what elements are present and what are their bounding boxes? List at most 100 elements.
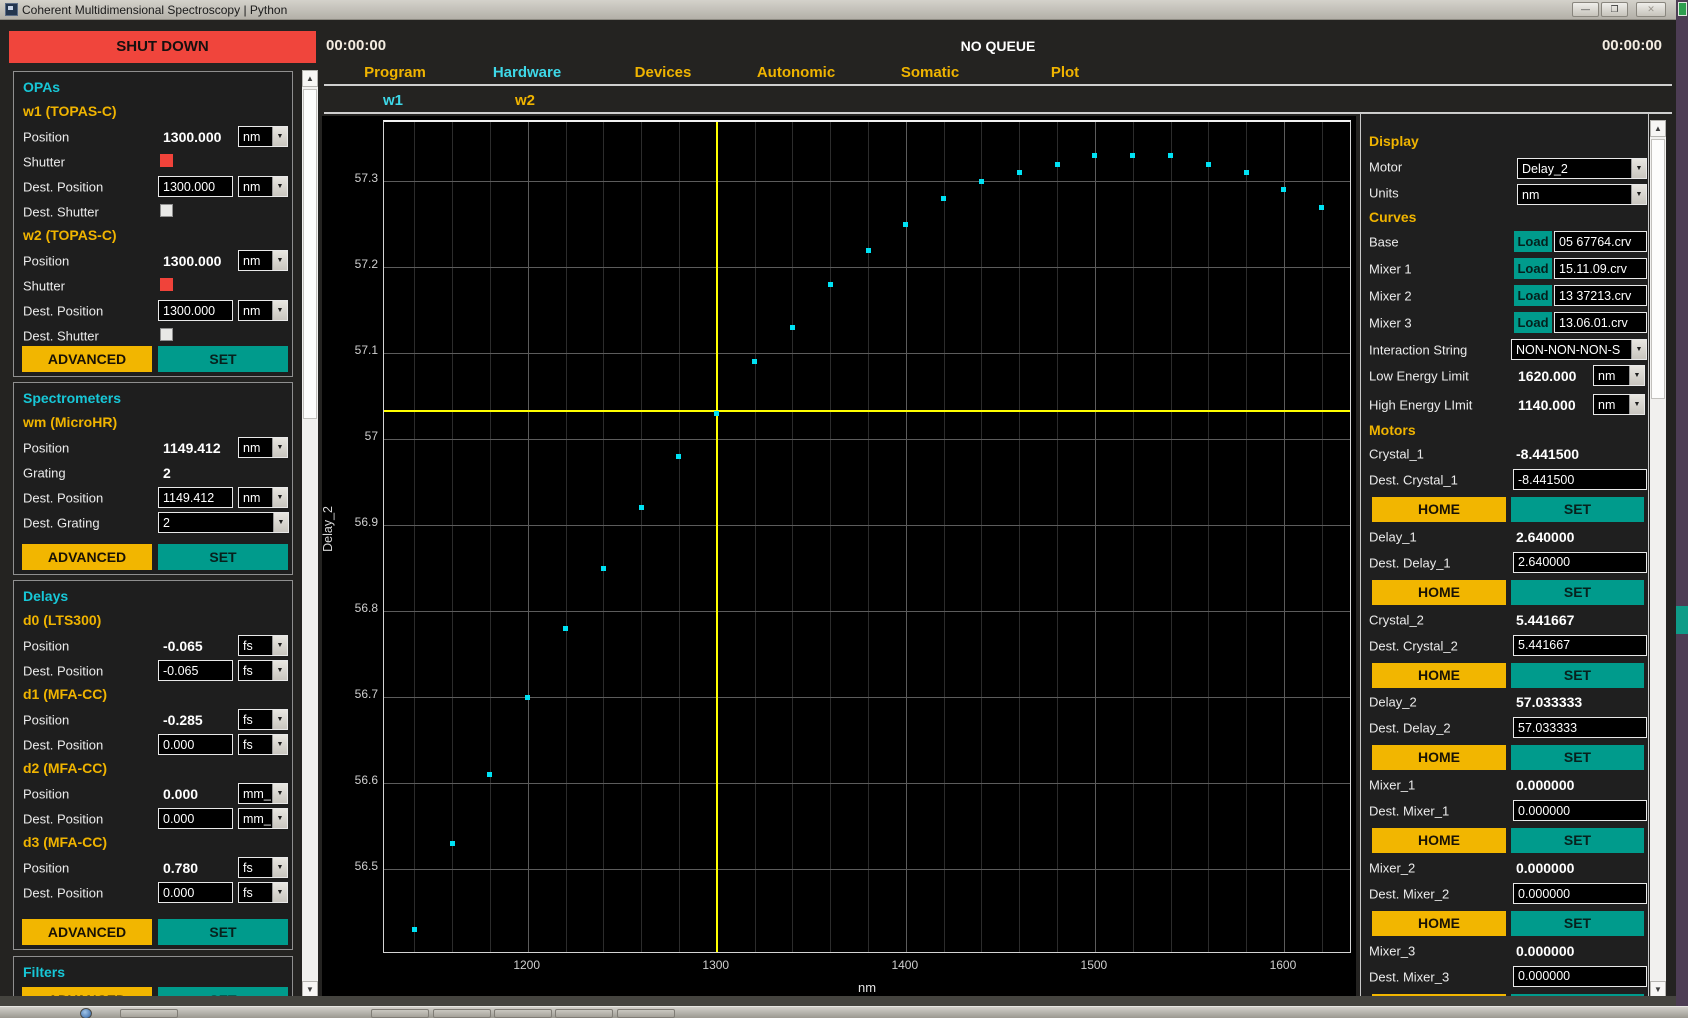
subtab-w2[interactable]: w2 — [515, 92, 535, 109]
units-select[interactable]: fs▼ — [238, 709, 288, 730]
motor-dest-input[interactable]: -8.441500 — [1513, 469, 1647, 490]
set-button[interactable]: SET — [1511, 663, 1644, 688]
chevron-down-icon[interactable]: ▼ — [272, 858, 287, 877]
chevron-down-icon[interactable]: ▼ — [272, 251, 287, 270]
units-select[interactable]: nm▼ — [238, 176, 288, 197]
chevron-down-icon[interactable]: ▼ — [1631, 159, 1646, 178]
chevron-down-icon[interactable]: ▼ — [272, 661, 287, 680]
dest-shutter-checkbox[interactable] — [160, 328, 173, 341]
dest-grating-select[interactable]: 2▼ — [158, 512, 289, 533]
chevron-down-icon[interactable]: ▼ — [272, 710, 287, 729]
taskbar-button[interactable] — [555, 1009, 613, 1018]
tab-plot[interactable]: Plot — [1051, 64, 1079, 81]
chevron-down-icon[interactable]: ▼ — [272, 177, 287, 196]
taskbar-button[interactable] — [433, 1009, 491, 1018]
high-energy-units-select[interactable]: nm ▼ — [1593, 394, 1645, 415]
set-button[interactable]: SET — [1511, 497, 1644, 522]
set-button[interactable]: SET — [1511, 580, 1644, 605]
set-button[interactable]: SET — [1511, 911, 1644, 936]
chevron-down-icon[interactable]: ▼ — [272, 438, 287, 457]
motor-dest-input[interactable]: 0.000000 — [1513, 883, 1647, 904]
home-button[interactable]: HOME — [1372, 580, 1506, 605]
motor-dest-input[interactable]: 0.000000 — [1513, 800, 1647, 821]
scroll-up-icon[interactable]: ▲ — [302, 70, 318, 87]
motor-dest-input[interactable]: 2.640000 — [1513, 552, 1647, 573]
dest-position-input[interactable]: -0.065 — [158, 660, 233, 681]
units-select[interactable]: nm▼ — [238, 487, 288, 508]
chevron-down-icon[interactable]: ▼ — [272, 809, 287, 828]
chevron-down-icon[interactable]: ▼ — [272, 636, 287, 655]
tab-autonomic[interactable]: Autonomic — [757, 64, 835, 81]
subtab-w1[interactable]: w1 — [383, 92, 403, 109]
close-icon[interactable]: ✕ — [1636, 2, 1666, 17]
sidebar-scrollbar[interactable]: ▲ ▼ — [302, 70, 318, 998]
minimize-icon[interactable]: — — [1572, 2, 1599, 17]
chevron-down-icon[interactable]: ▼ — [1629, 366, 1644, 385]
curve-file-input[interactable]: 13 37213.crv — [1554, 285, 1647, 306]
units-select[interactable]: fs▼ — [238, 660, 288, 681]
chevron-down-icon[interactable]: ▼ — [272, 127, 287, 146]
dest-position-input[interactable]: 1300.000 — [158, 300, 233, 321]
tab-hardware[interactable]: Hardware — [493, 64, 561, 81]
home-button[interactable]: HOME — [1372, 663, 1506, 688]
curve-file-input[interactable]: 15.11.09.crv — [1554, 258, 1647, 279]
units-select[interactable]: fs▼ — [238, 635, 288, 656]
units-select[interactable]: mm_▼ — [238, 783, 288, 804]
load-button[interactable]: Load — [1514, 285, 1552, 306]
motor-dest-input[interactable]: 5.441667 — [1513, 635, 1647, 656]
taskbar-button[interactable] — [120, 1009, 178, 1018]
taskbar-button[interactable] — [494, 1009, 552, 1018]
advanced-button[interactable]: ADVANCED — [22, 346, 152, 372]
units-select[interactable]: fs▼ — [238, 857, 288, 878]
dest-position-input[interactable]: 0.000 — [158, 882, 233, 903]
motor-dest-input[interactable]: 57.033333 — [1513, 717, 1647, 738]
tab-program[interactable]: Program — [364, 64, 426, 81]
home-button[interactable]: HOME — [1372, 745, 1506, 770]
load-button[interactable]: Load — [1514, 258, 1552, 279]
dest-position-input[interactable]: 0.000 — [158, 808, 233, 829]
shutdown-button[interactable]: SHUT DOWN — [9, 31, 316, 63]
units-select[interactable]: nm▼ — [238, 126, 288, 147]
motor-dest-input[interactable]: 0.000000 — [1513, 966, 1647, 987]
advanced-button[interactable]: ADVANCED — [22, 919, 152, 945]
set-button[interactable]: SET — [1511, 745, 1644, 770]
plot-area[interactable] — [383, 120, 1351, 953]
dest-position-input[interactable]: 1300.000 — [158, 176, 233, 197]
chevron-down-icon[interactable]: ▼ — [272, 301, 287, 320]
set-button[interactable]: SET — [158, 919, 288, 945]
home-button[interactable]: HOME — [1372, 497, 1506, 522]
chevron-down-icon[interactable]: ▼ — [1629, 395, 1644, 414]
units-select[interactable]: mm_▼ — [238, 808, 288, 829]
curve-file-input[interactable]: 05 67764.crv — [1554, 231, 1647, 252]
units-select[interactable]: fs▼ — [238, 882, 288, 903]
curve-file-input[interactable]: 13.06.01.crv — [1554, 312, 1647, 333]
scrollbar-thumb[interactable] — [303, 89, 317, 419]
chevron-down-icon[interactable]: ▼ — [1631, 185, 1646, 204]
interaction-string-select[interactable]: NON-NON-NON-S ▼ — [1511, 339, 1647, 360]
units-select[interactable]: nm▼ — [238, 437, 288, 458]
tab-devices[interactable]: Devices — [635, 64, 692, 81]
taskbar-button[interactable] — [371, 1009, 429, 1018]
set-button[interactable]: SET — [1511, 828, 1644, 853]
advanced-button[interactable]: ADVANCED — [22, 544, 152, 570]
chevron-down-icon[interactable]: ▼ — [272, 488, 287, 507]
chevron-down-icon[interactable]: ▼ — [272, 735, 287, 754]
taskbar-app-icon[interactable] — [80, 1008, 92, 1018]
load-button[interactable]: Load — [1514, 312, 1552, 333]
set-button[interactable]: SET — [158, 544, 288, 570]
low-energy-units-select[interactable]: nm ▼ — [1593, 365, 1645, 386]
motor-select[interactable]: Delay_2 ▼ — [1517, 158, 1647, 179]
chevron-down-icon[interactable]: ▼ — [1631, 340, 1646, 359]
units-select[interactable]: nm ▼ — [1517, 184, 1647, 205]
home-button[interactable]: HOME — [1372, 911, 1506, 936]
chevron-down-icon[interactable]: ▼ — [272, 784, 287, 803]
chevron-down-icon[interactable]: ▼ — [272, 883, 287, 902]
units-select[interactable]: nm▼ — [238, 250, 288, 271]
chevron-down-icon[interactable]: ▼ — [273, 513, 288, 532]
rightpanel-scrollbar[interactable]: ▲ ▼ — [1650, 120, 1666, 998]
load-button[interactable]: Load — [1514, 231, 1552, 252]
dest-shutter-checkbox[interactable] — [160, 204, 173, 217]
scrollbar-thumb[interactable] — [1651, 139, 1665, 399]
taskbar[interactable] — [0, 1006, 1688, 1018]
scroll-up-icon[interactable]: ▲ — [1650, 120, 1666, 137]
